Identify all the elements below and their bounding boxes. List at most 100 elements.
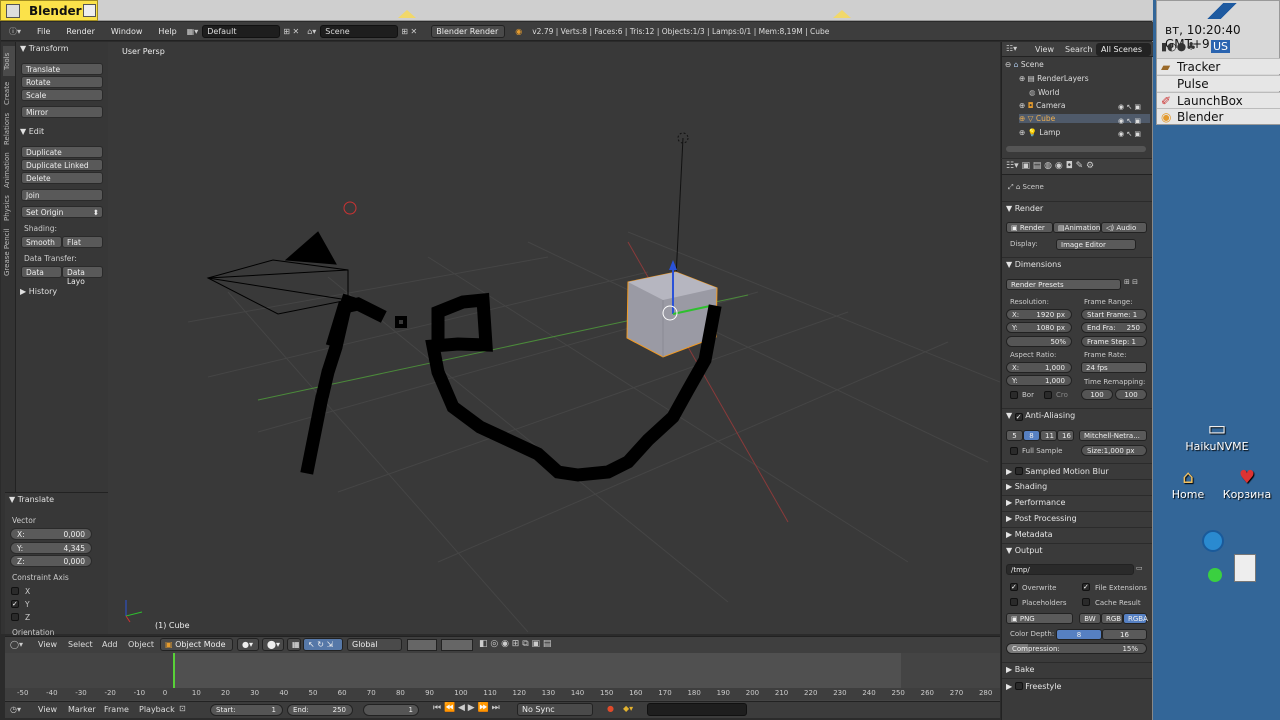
keying-icon[interactable]: ◆▾ xyxy=(623,704,633,713)
translate-button[interactable]: Translate xyxy=(21,63,103,75)
outliner-search-menu[interactable]: Search xyxy=(1065,45,1092,54)
object-menu[interactable]: Object xyxy=(128,640,154,649)
aa-samples-16[interactable]: 16 xyxy=(1057,430,1074,441)
scale-button[interactable]: Scale xyxy=(21,89,103,101)
output-panel-header[interactable]: ▼ Output xyxy=(1002,543,1152,557)
tab-physics[interactable]: Physics xyxy=(3,192,15,224)
visibility-toggles[interactable]: ◉ ↖ ▣ ◉ ↖ ▣ ◉ ↖ ▣ xyxy=(1118,101,1141,142)
full-sample-checkbox[interactable] xyxy=(1010,447,1018,455)
border-checkbox[interactable] xyxy=(1010,391,1018,399)
camera-object[interactable] xyxy=(206,231,349,315)
tab-relations[interactable]: Relations xyxy=(3,110,15,148)
deskbar-item-tracker[interactable]: ▰ Tracker xyxy=(1157,58,1280,74)
aa-samples-11[interactable]: 11 xyxy=(1040,430,1057,441)
motion-blur-header[interactable]: ▶ Sampled Motion Blur xyxy=(1002,463,1152,477)
rotate-button[interactable]: Rotate xyxy=(21,76,103,88)
render-engine-select[interactable]: Blender Render xyxy=(431,24,506,38)
flat-button[interactable]: Flat xyxy=(62,236,103,248)
remap-old-field[interactable]: 100 xyxy=(1081,389,1113,400)
frame-step-field[interactable]: Frame Step: 1 xyxy=(1081,336,1147,347)
tl-frame-menu[interactable]: Frame xyxy=(104,705,129,714)
aa-filter-select[interactable]: Mitchell-Netra... xyxy=(1079,430,1147,441)
aa-samples-5[interactable]: 5 xyxy=(1006,430,1023,441)
screen-layout-icon[interactable]: ▦▾ xyxy=(187,27,199,36)
menu-help[interactable]: Help xyxy=(150,27,184,36)
outliner-view-menu[interactable]: View xyxy=(1035,45,1054,54)
resolution-percent-field[interactable]: 50% xyxy=(1006,336,1072,347)
mirror-button[interactable]: Mirror xyxy=(21,106,103,118)
title-bar[interactable] xyxy=(98,0,1153,21)
home-folder[interactable]: ⌂ Home xyxy=(1166,467,1210,501)
menu-render[interactable]: Render xyxy=(58,27,102,36)
vector-z-field[interactable]: Z: 0,000 xyxy=(10,555,92,567)
transform-panel-header[interactable]: ▼ Transform xyxy=(20,44,69,53)
fps-select[interactable]: 24 fps xyxy=(1081,362,1147,373)
freestyle-checkbox[interactable] xyxy=(1014,682,1023,690)
overwrite-checkbox[interactable]: ✓ xyxy=(1010,583,1018,591)
compression-slider[interactable]: Compression: 15% xyxy=(1006,643,1147,654)
add-scene-icon[interactable]: ⊞ ✕ xyxy=(401,27,417,36)
record-icon[interactable]: ● xyxy=(607,704,614,713)
duplicate-linked-button[interactable]: Duplicate Linked xyxy=(21,159,103,171)
select-menu[interactable]: Select xyxy=(68,640,93,649)
tl-marker-menu[interactable]: Marker xyxy=(68,705,96,714)
network-volume-icon[interactable] xyxy=(1198,528,1262,590)
file-format-select[interactable]: ▣ PNG xyxy=(1006,613,1073,624)
deskbar-item-blender[interactable]: ◉ Blender xyxy=(1157,108,1280,124)
performance-panel-header[interactable]: ▶ Performance xyxy=(1002,495,1152,509)
tab-animation[interactable]: Animation xyxy=(3,150,15,190)
constraint-y-checkbox[interactable]: ✓ xyxy=(11,600,19,608)
manipulator-toggle[interactable]: ▦ xyxy=(287,638,301,651)
bw-button[interactable]: BW xyxy=(1079,613,1101,624)
display-mode-select[interactable]: All Scenes xyxy=(1096,43,1151,56)
timeline[interactable]: -50 -40 -30 -20 -10 0 10 20 30 40 50 60 70 80 90 100 110… xyxy=(5,653,1000,701)
duplicate-button[interactable]: Duplicate xyxy=(21,146,103,158)
output-path-field[interactable]: /tmp/ xyxy=(1006,564,1134,575)
outliner-scrollbar[interactable] xyxy=(1006,146,1146,152)
history-panel-header[interactable]: ▶ History xyxy=(20,287,57,296)
edit-panel-header[interactable]: ▼ Edit xyxy=(20,127,44,136)
3d-viewport[interactable]: User Persp (1) Cube xyxy=(108,42,1000,634)
outliner-row-world[interactable]: ◍ World xyxy=(1029,88,1059,97)
join-button[interactable]: Join xyxy=(21,189,103,201)
depth-16-button[interactable]: 16 xyxy=(1102,629,1147,640)
current-frame-field[interactable]: 1 xyxy=(363,704,419,716)
smooth-button[interactable]: Smooth xyxy=(21,236,62,248)
folder-icon[interactable]: ▭ xyxy=(1136,564,1143,572)
animation-button[interactable]: ▤Animation xyxy=(1053,222,1101,233)
3d-cursor[interactable] xyxy=(343,201,357,215)
aa-samples-8[interactable]: 8 xyxy=(1023,430,1040,441)
preset-add-icon[interactable]: ⊞ ⊟ xyxy=(1124,278,1138,286)
mode-select[interactable]: ▣ Object Mode xyxy=(160,638,233,651)
start-frame-field[interactable]: Start: 1 xyxy=(210,704,283,716)
end-frame-field[interactable]: End: 250 xyxy=(287,704,353,716)
tl-view-menu[interactable]: View xyxy=(38,705,57,714)
transform-manipulators[interactable]: ↖ ↻ ⇲ xyxy=(303,638,343,651)
dimensions-panel-header[interactable]: ▼ Dimensions xyxy=(1002,257,1152,271)
file-extensions-checkbox[interactable]: ✓ xyxy=(1082,583,1090,591)
render-button[interactable]: ▣ Render xyxy=(1006,222,1053,233)
haiku-leaf-icon[interactable] xyxy=(1197,3,1247,19)
delete-button[interactable]: Delete xyxy=(21,172,103,184)
rgb-button[interactable]: RGB xyxy=(1101,613,1123,624)
outliner-row-scene[interactable]: ⊖ ⌂ Scene xyxy=(1005,60,1044,69)
outliner-row-camera[interactable]: ⊕ ◘ Camera xyxy=(1019,101,1065,110)
crop-checkbox[interactable] xyxy=(1044,391,1052,399)
trash[interactable]: ♥ Корзина xyxy=(1218,467,1276,501)
aa-checkbox[interactable]: ✓ xyxy=(1014,413,1023,421)
data-button[interactable]: Data xyxy=(21,266,62,278)
cache-result-checkbox[interactable] xyxy=(1082,598,1090,606)
layout-field[interactable]: Default xyxy=(202,24,281,38)
display-select[interactable]: Image Editor xyxy=(1056,239,1136,250)
shading-select[interactable]: ●▾ xyxy=(237,638,259,651)
zoom-box-icon[interactable] xyxy=(83,4,96,17)
sync-select[interactable]: No Sync xyxy=(517,703,593,716)
tab-grease-pencil[interactable]: Grease Pencil xyxy=(3,226,15,278)
tl-playback-menu[interactable]: Playback xyxy=(139,705,175,714)
properties-tabs[interactable]: ☷▾ ▣ ▤ ◍ ◉ ◘ ✎ ⚙ xyxy=(1002,159,1152,175)
post-processing-header[interactable]: ▶ Post Processing xyxy=(1002,511,1152,525)
close-box-icon[interactable] xyxy=(6,4,20,18)
layer-buttons-b[interactable] xyxy=(441,639,473,651)
render-panel-header[interactable]: ▼ Render xyxy=(1002,201,1152,215)
menu-file[interactable]: File xyxy=(29,27,58,36)
